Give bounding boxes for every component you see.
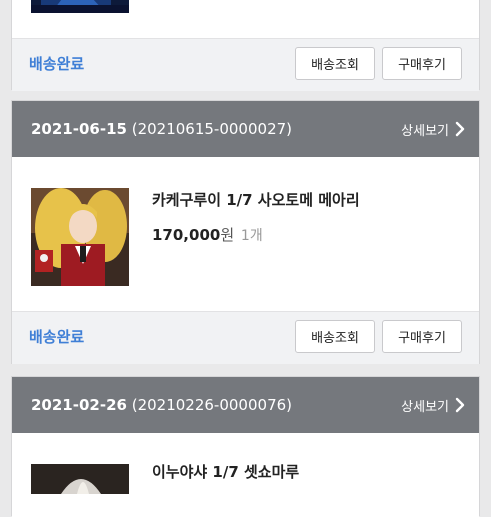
order-card-footer: 배송완료 배송조회 구매후기 bbox=[12, 311, 479, 364]
write-review-button[interactable]: 구매후기 bbox=[382, 47, 462, 80]
order-date-number: 2021-02-26 (20210226-0000076) bbox=[31, 377, 292, 433]
order-card-footer: 배송완료 배송조회 구매후기 bbox=[12, 38, 479, 91]
product-quantity: 1개 bbox=[240, 228, 263, 244]
product-name[interactable]: 카케구루이 1/7 사오토메 메아리 bbox=[152, 189, 360, 210]
delivery-status: 배송완료 bbox=[29, 55, 85, 73]
product-thumbnail[interactable] bbox=[31, 464, 129, 494]
product-price: 170,000원 1개 bbox=[152, 224, 263, 245]
order-detail-link[interactable]: 상세보기 bbox=[401, 101, 465, 157]
track-delivery-button[interactable]: 배송조회 bbox=[295, 320, 375, 353]
price-amount: 170,000 bbox=[152, 226, 221, 244]
chevron-right-icon bbox=[455, 397, 465, 413]
product-thumbnail[interactable] bbox=[31, 0, 129, 13]
order-card-body bbox=[12, 0, 479, 38]
chevron-right-icon bbox=[455, 121, 465, 137]
order-date: 2021-06-15 bbox=[31, 120, 127, 138]
delivery-status: 배송완료 bbox=[29, 328, 85, 346]
order-header: 2021-06-15 (20210615-0000027) 상세보기 bbox=[12, 101, 479, 157]
order-date: 2021-02-26 bbox=[31, 396, 127, 414]
order-card: 2021-06-15 (20210615-0000027) 상세보기 카케구루이… bbox=[11, 100, 480, 364]
order-card-body: 카케구루이 1/7 사오토메 메아리 170,000원 1개 bbox=[12, 157, 479, 311]
order-detail-label: 상세보기 bbox=[401, 399, 449, 415]
product-name[interactable]: 이누야샤 1/7 셋쇼마루 bbox=[152, 461, 299, 482]
order-card: 2021-02-26 (20210226-0000076) 상세보기 이누야샤 … bbox=[11, 376, 480, 517]
order-card: 배송완료 배송조회 구매후기 bbox=[11, 0, 480, 91]
order-detail-label: 상세보기 bbox=[401, 123, 449, 139]
order-number: (20210615-0000027) bbox=[131, 120, 293, 138]
track-delivery-button[interactable]: 배송조회 bbox=[295, 47, 375, 80]
order-detail-link[interactable]: 상세보기 bbox=[401, 377, 465, 433]
product-thumbnail[interactable] bbox=[31, 188, 129, 286]
price-currency: 원 bbox=[220, 226, 235, 244]
order-card-body: 이누야샤 1/7 셋쇼마루 bbox=[12, 433, 479, 517]
order-header: 2021-02-26 (20210226-0000076) 상세보기 bbox=[12, 377, 479, 433]
order-number: (20210226-0000076) bbox=[131, 396, 293, 414]
write-review-button[interactable]: 구매후기 bbox=[382, 320, 462, 353]
order-date-number: 2021-06-15 (20210615-0000027) bbox=[31, 101, 292, 157]
